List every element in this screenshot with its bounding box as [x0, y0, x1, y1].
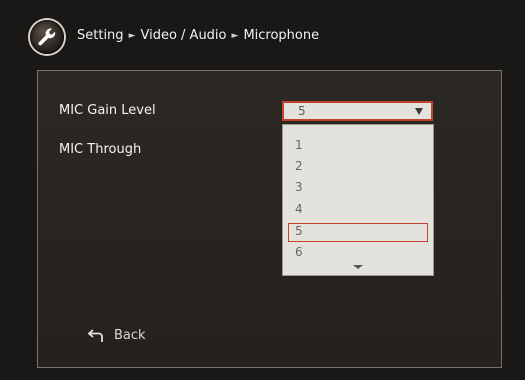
dropdown-option-3[interactable]: 3: [295, 180, 303, 194]
header: Setting ► Video / Audio ► Microphone: [0, 0, 525, 62]
dropdown-option-2[interactable]: 2: [295, 159, 303, 173]
back-label: Back: [114, 328, 146, 343]
mic-gain-value: 5: [298, 104, 306, 118]
settings-screen: Setting ► Video / Audio ► Microphone MIC Gai…: [0, 0, 525, 380]
dropdown-option-5[interactable]: 5: [295, 224, 303, 238]
dropdown-option-6[interactable]: 6: [295, 245, 303, 259]
dropdown-selection-highlight: [288, 223, 428, 242]
dropdown-option-1[interactable]: 1: [295, 138, 303, 152]
dropdown-option-4[interactable]: 4: [295, 202, 303, 216]
breadcrumb-separator: ►: [128, 31, 136, 41]
breadcrumb: Setting ► Video / Audio ► Microphone: [77, 28, 319, 43]
triangle-down-icon: [415, 108, 423, 115]
wrench-icon: [30, 20, 64, 54]
breadcrumb-setting: Setting: [77, 28, 124, 43]
breadcrumb-microphone: Microphone: [243, 28, 320, 43]
breadcrumb-separator: ►: [231, 31, 239, 41]
return-arrow-icon: [88, 328, 103, 342]
breadcrumb-video-audio: Video / Audio: [140, 28, 227, 43]
scroll-down-icon[interactable]: [353, 265, 363, 269]
mic-through-label[interactable]: MIC Through: [59, 142, 141, 157]
mic-gain-select[interactable]: 5: [282, 101, 433, 121]
mic-gain-label: MIC Gain Level: [59, 103, 156, 118]
back-button[interactable]: Back: [88, 328, 146, 343]
mic-gain-dropdown[interactable]: 1 2 3 4 5 6: [282, 124, 434, 276]
